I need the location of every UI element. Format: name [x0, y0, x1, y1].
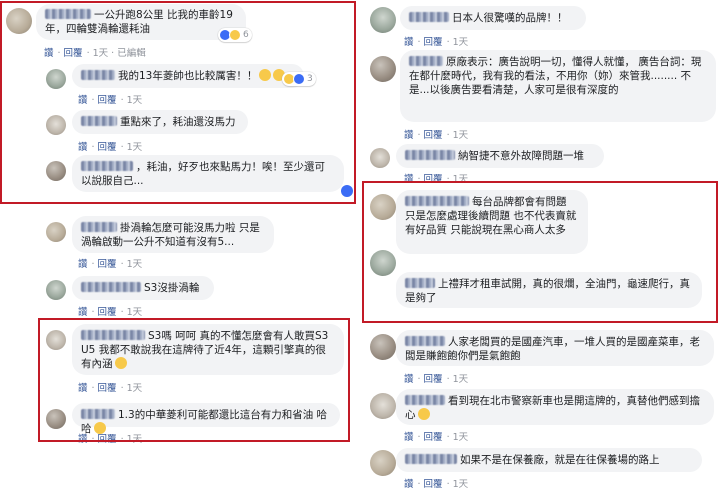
comment-actions: 讚 · 回覆 · 1天: [78, 307, 143, 318]
comment-actions: 讚 · 回覆 · 1天: [78, 259, 143, 270]
commenter-name-blurred[interactable]: [81, 222, 117, 232]
comment-bubble: 原廠表示：廣告說明一切，懂得人就懂， 廣告台詞：現在都什麼時代，我有我的看法，不…: [400, 50, 716, 122]
comment-text: 看到現在北市警察新車也是開這牌的，真替他們感到擔心: [405, 395, 700, 421]
reply-button[interactable]: 回覆: [98, 259, 117, 270]
like-button[interactable]: 讚: [404, 130, 414, 141]
comment-text: 原廠表示：廣告說明一切，懂得人就懂， 廣告台詞：現在都什麼時代，我有我的看法，不…: [409, 56, 702, 96]
comment-actions: 讚 · 回覆 · 1天: [404, 374, 469, 385]
commenter-name-blurred[interactable]: [405, 454, 457, 464]
comment-time[interactable]: 1天: [127, 259, 143, 270]
avatar[interactable]: [370, 56, 396, 82]
like-button[interactable]: 讚: [404, 479, 414, 490]
comment-time[interactable]: 1天: [453, 432, 469, 443]
comment-text: 如果不是在保養廠，就是在往保養場的路上: [460, 454, 660, 466]
reply-button[interactable]: 回覆: [424, 432, 443, 443]
comment-text: S3沒掛渦輪: [144, 282, 200, 294]
like-button[interactable]: 讚: [78, 259, 88, 270]
comment-time[interactable]: 1天: [453, 130, 469, 141]
avatar[interactable]: [370, 148, 390, 168]
commenter-name-blurred[interactable]: [405, 150, 455, 160]
highlight-box: [362, 181, 718, 323]
reply-button[interactable]: 回覆: [424, 37, 443, 48]
comment-bubble: 人家老闆買的是國產汽車，一堆人買的是國產菜車，老闆是賺飽飽你們是氣飽飽: [396, 330, 714, 366]
like-button[interactable]: 讚: [78, 307, 88, 318]
commenter-name-blurred[interactable]: [405, 395, 445, 405]
like-button[interactable]: 讚: [404, 432, 414, 443]
commenter-name-blurred[interactable]: [81, 282, 141, 292]
avatar[interactable]: [370, 393, 396, 419]
worried-emoji-icon: [417, 408, 430, 420]
highlight-box: [0, 1, 356, 204]
reply-button[interactable]: 回覆: [98, 307, 117, 318]
reply-button[interactable]: 回覆: [424, 374, 443, 385]
comment-time[interactable]: 1天: [453, 37, 469, 48]
comment-actions: 讚 · 回覆 · 1天: [404, 432, 469, 443]
avatar[interactable]: [46, 280, 66, 300]
comment-bubble: 日本人很驚嘆的品牌！！: [400, 6, 586, 30]
comment-time[interactable]: 1天: [127, 307, 143, 318]
comment-text: 日本人很驚嘆的品牌！！: [452, 12, 568, 24]
comment-text: 人家老闆買的是國產汽車，一堆人買的是國產菜車，老闆是賺飽飽你們是氣飽飽: [405, 336, 700, 362]
avatar[interactable]: [46, 222, 66, 242]
avatar[interactable]: [370, 7, 396, 33]
commenter-name-blurred[interactable]: [409, 56, 443, 66]
comment-actions: 讚 · 回覆 · 1天: [404, 479, 469, 490]
like-button[interactable]: 讚: [404, 374, 414, 385]
comment-bubble: 如果不是在保養廠，就是在往保養場的路上: [396, 448, 702, 472]
comment-text: 納智捷不意外故障問題一堆: [458, 150, 584, 162]
reply-button[interactable]: 回覆: [424, 479, 443, 490]
like-button[interactable]: 讚: [404, 37, 414, 48]
comment-actions: 讚 · 回覆 · 1天: [404, 37, 469, 48]
avatar[interactable]: [370, 334, 396, 360]
comment-bubble: 掛渦輪怎麼可能沒馬力啦 只是渦輪啟動一公升不知道有沒有5...: [72, 216, 274, 253]
comment-bubble: S3沒掛渦輪: [72, 276, 214, 300]
comment-actions: 讚 · 回覆 · 1天: [404, 130, 469, 141]
comment-bubble: 納智捷不意外故障問題一堆: [396, 144, 604, 168]
highlight-box: [38, 318, 350, 442]
reply-button[interactable]: 回覆: [424, 130, 443, 141]
comment-time[interactable]: 1天: [453, 374, 469, 385]
commenter-name-blurred[interactable]: [405, 336, 445, 346]
avatar[interactable]: [370, 450, 396, 476]
commenter-name-blurred[interactable]: [409, 12, 449, 22]
comment-time[interactable]: 1天: [453, 479, 469, 490]
comment-bubble: 看到現在北市警察新車也是開這牌的，真替他們感到擔心: [396, 389, 714, 425]
